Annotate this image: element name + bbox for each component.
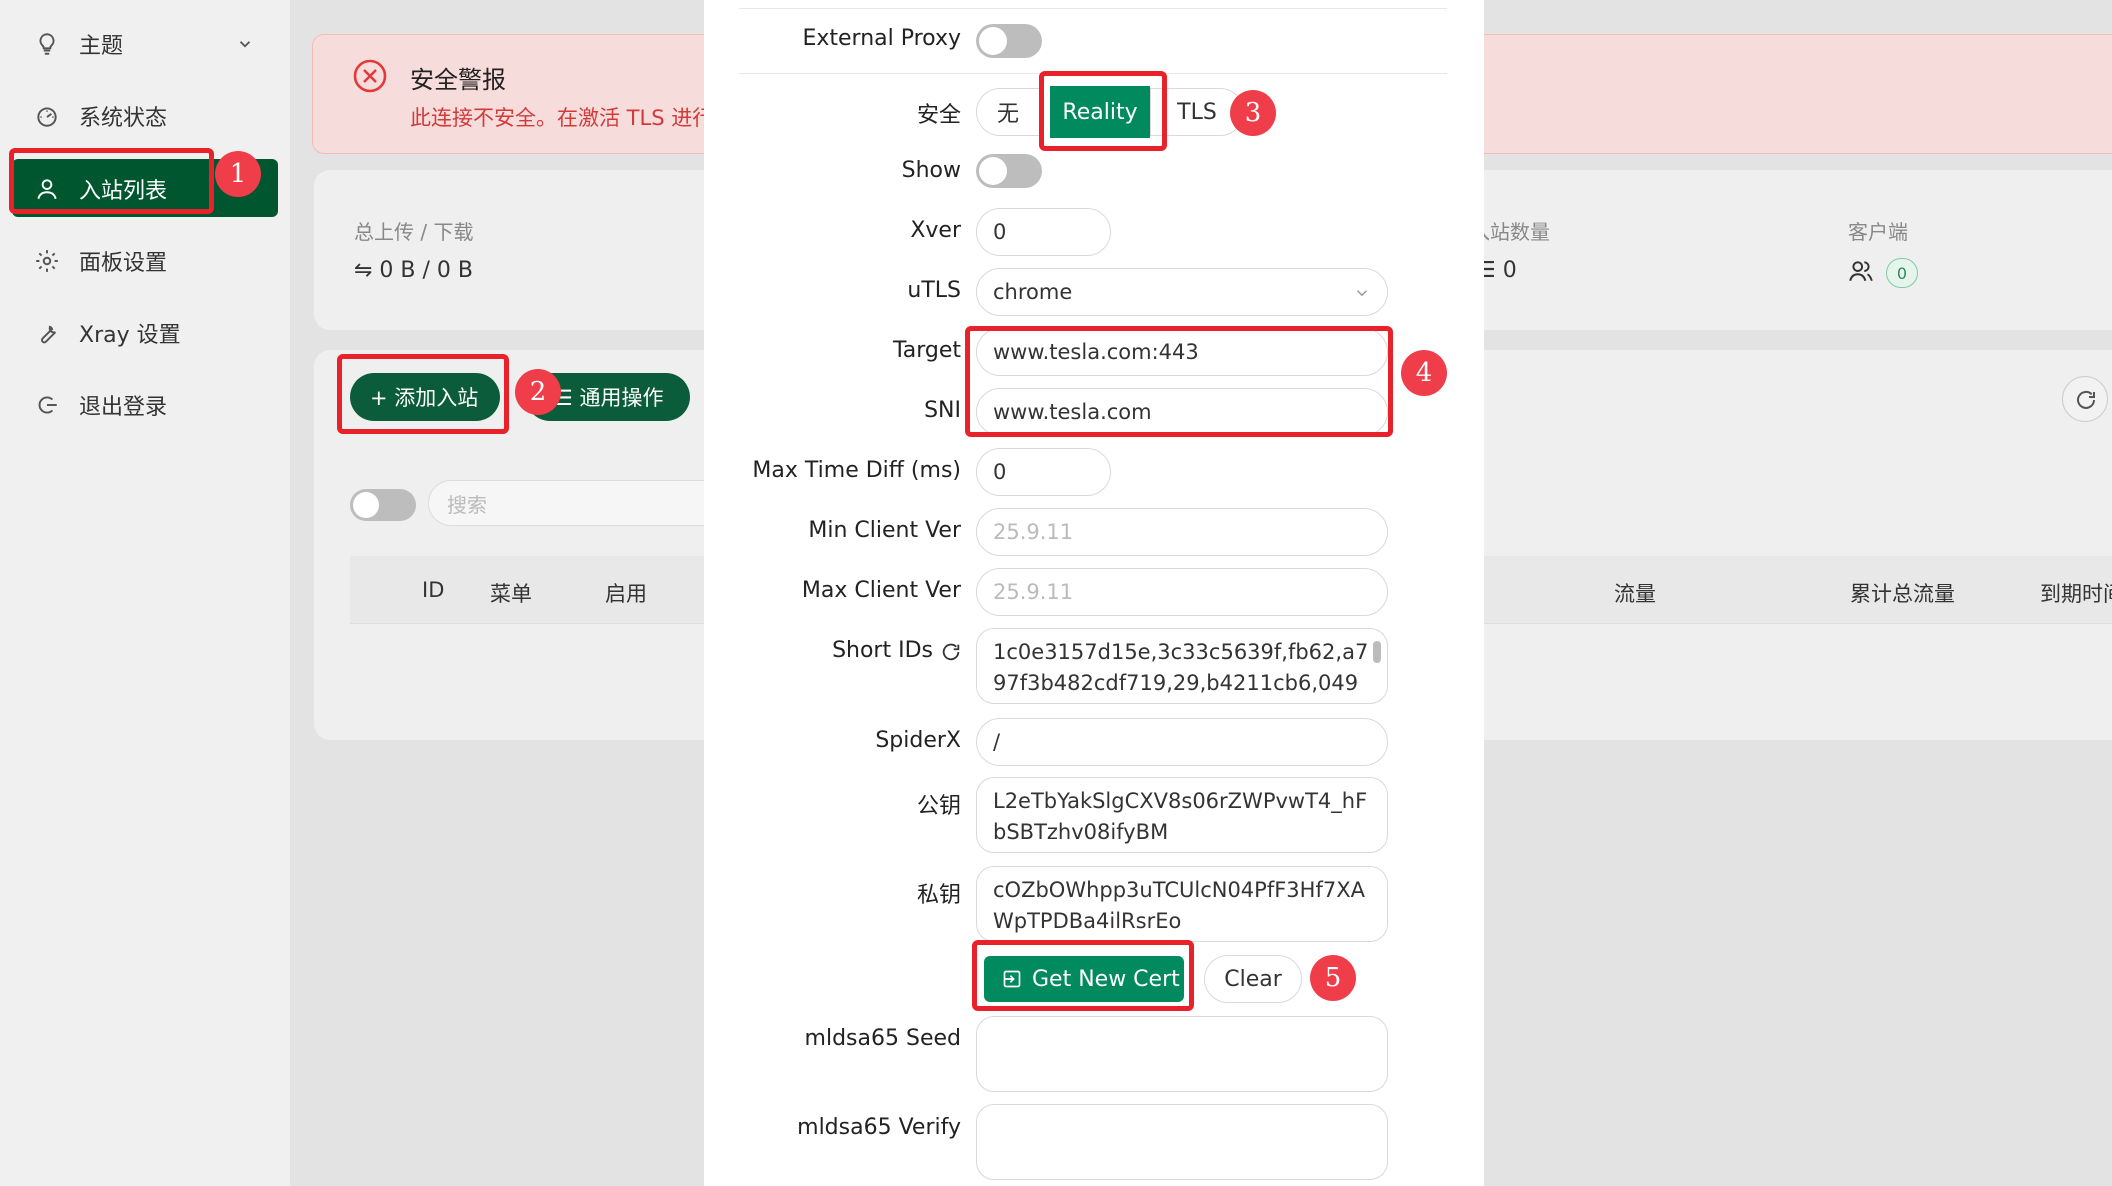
spiderx-label: SpiderX <box>875 728 961 753</box>
clients-label: 客户端 <box>1848 220 1908 244</box>
col-expiry: 到期时间 <box>2040 582 2112 606</box>
max-client-ver-label: Max Client Ver <box>801 578 961 603</box>
col-enable: 启用 <box>605 582 647 606</box>
utls-select[interactable]: chrome <box>976 268 1388 316</box>
sidebar-item-logout[interactable]: 退出登录 <box>0 375 290 435</box>
target-label: Target <box>892 338 961 363</box>
gear-icon <box>36 250 58 272</box>
max-client-ver-input[interactable]: 25.9.11 <box>976 568 1388 616</box>
private-key-textarea[interactable]: cOZbOWhpp3uTCUlcN04PfF3Hf7XAWpTPDBa4ilRs… <box>976 866 1388 942</box>
private-key-label: 私钥 <box>916 883 961 908</box>
sidebar-item-theme[interactable]: 主题 <box>0 14 290 74</box>
min-client-ver-label: Min Client Ver <box>808 518 961 543</box>
xver-input[interactable]: 0 <box>976 208 1111 256</box>
col-menu: 菜单 <box>490 582 532 606</box>
col-traffic: 流量 <box>1614 582 1656 606</box>
dashboard-icon <box>37 107 57 127</box>
show-label: Show <box>901 158 961 183</box>
search-input[interactable]: 搜索 <box>428 480 728 526</box>
xver-label: Xver <box>910 218 961 243</box>
traffic-label: 总上传 / 下载 <box>354 220 474 244</box>
utls-label: uTLS <box>907 278 961 303</box>
sidebar-item-label: Xray 设置 <box>79 323 181 348</box>
public-key-textarea[interactable]: L2eTbYakSlgCXV8s06rZWPvwT4_hFbSBTzhv08if… <box>976 777 1388 853</box>
annotation-badge-1: 1 <box>215 151 261 197</box>
mldsa-verify-textarea[interactable] <box>976 1104 1388 1180</box>
chevron-down-icon <box>1356 290 1368 297</box>
sni-label: SNI <box>924 398 961 423</box>
utls-selected-value: chrome <box>993 280 1073 304</box>
mldsa-verify-label: mldsa65 Verify <box>797 1115 961 1140</box>
mldsa-seed-textarea[interactable] <box>976 1016 1388 1092</box>
refresh-icon <box>2077 390 2095 409</box>
refresh-button[interactable] <box>2062 376 2108 422</box>
public-key-label: 公钥 <box>916 794 961 819</box>
short-ids-textarea[interactable]: 1c0e3157d15e,3c33c5639f,fb62,a797f3b482c… <box>976 628 1388 704</box>
annotation-badge-5: 5 <box>1310 955 1356 1001</box>
sidebar-item-label: 系统状态 <box>79 106 168 131</box>
security-option-none[interactable]: 无 <box>976 88 1040 136</box>
annotation-box-2 <box>337 354 509 434</box>
filter-toggle[interactable] <box>350 489 416 521</box>
annotation-box-5 <box>972 940 1194 1011</box>
sidebar-item-label: 主题 <box>79 34 124 59</box>
clients-count-badge: 0 <box>1886 258 1918 288</box>
spiderx-input[interactable]: / <box>976 718 1388 766</box>
sidebar-item-label: 退出登录 <box>79 395 168 420</box>
short-ids-value: 1c0e3157d15e,3c33c5639f,fb62,a797f3b482c… <box>993 640 1369 703</box>
private-key-value: cOZbOWhpp3uTCUlcN04PfF3Hf7XAWpTPDBa4ilRs… <box>993 878 1365 933</box>
max-time-diff-input[interactable]: 0 <box>976 448 1111 496</box>
show-toggle[interactable] <box>976 154 1042 188</box>
col-total-traffic: 累计总流量 <box>1850 582 1955 606</box>
chevron-down-icon <box>239 41 251 48</box>
lightbulb-icon <box>39 33 55 55</box>
sidebar-item-label: 面板设置 <box>79 251 168 276</box>
alert-message: 此连接不安全。在激活 TLS 进行 <box>410 106 714 130</box>
col-id: ID <box>422 578 445 602</box>
annotation-badge-4: 4 <box>1401 350 1447 396</box>
clear-button[interactable]: Clear <box>1204 955 1302 1003</box>
refresh-icon[interactable] <box>940 641 962 663</box>
logout-icon <box>38 396 57 414</box>
sidebar-item-system-status[interactable]: 系统状态 <box>0 86 290 146</box>
annotation-box-1 <box>9 148 214 214</box>
annotation-badge-3: 3 <box>1230 90 1276 136</box>
textarea-scrollbar[interactable] <box>1373 641 1381 663</box>
annotation-box-4 <box>965 326 1393 437</box>
alert-title: 安全警报 <box>410 66 506 94</box>
traffic-value: ⇋ 0 B / 0 B <box>354 258 473 283</box>
min-client-ver-input[interactable]: 25.9.11 <box>976 508 1388 556</box>
security-label: 安全 <box>916 103 961 128</box>
max-time-diff-label: Max Time Diff (ms) <box>752 458 961 483</box>
users-icon <box>1849 261 1873 282</box>
public-key-value: L2eTbYakSlgCXV8s06rZWPvwT4_hFbSBTzhv08if… <box>993 789 1368 844</box>
external-proxy-toggle[interactable] <box>976 24 1042 58</box>
sidebar-item-xray-settings[interactable]: Xray 设置 <box>0 303 290 363</box>
sidebar-item-panel-settings[interactable]: 面板设置 <box>0 231 290 291</box>
external-proxy-label: External Proxy <box>802 26 961 51</box>
mldsa-seed-label: mldsa65 Seed <box>804 1026 961 1051</box>
wrench-icon <box>41 325 57 344</box>
annotation-badge-2: 2 <box>515 369 561 415</box>
error-circle-icon <box>353 59 387 93</box>
short-ids-label: Short IDs <box>832 638 933 663</box>
divider <box>739 8 1447 9</box>
annotation-box-3 <box>1039 71 1167 151</box>
